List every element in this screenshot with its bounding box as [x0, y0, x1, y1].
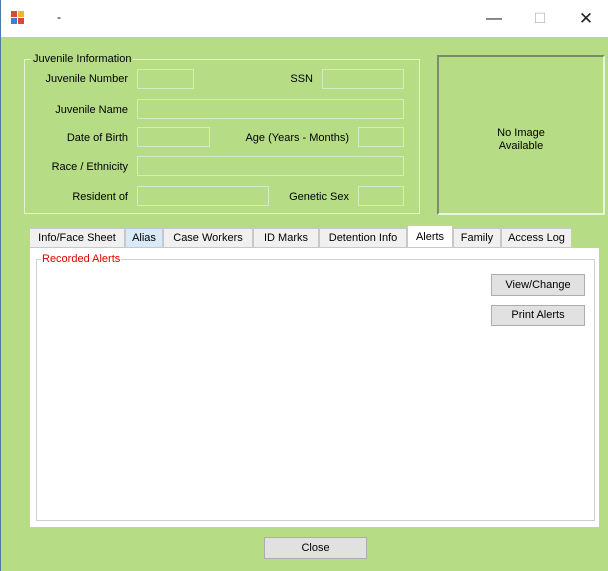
juvenile-name-label: Juvenile Name: [55, 104, 128, 116]
tab-alerts[interactable]: Alerts: [407, 225, 453, 247]
close-button[interactable]: Close: [264, 537, 367, 559]
juvenile-information-title: Juvenile Information: [31, 52, 134, 66]
maximize-button[interactable]: ☐: [517, 0, 563, 37]
minimize-button[interactable]: —: [471, 0, 517, 37]
resident-of-field[interactable]: [137, 186, 269, 206]
window-title: -: [57, 10, 61, 24]
view-change-button[interactable]: View/Change: [491, 274, 585, 296]
date-of-birth-label: Date of Birth: [66, 132, 128, 144]
tab-detention-info[interactable]: Detention Info: [319, 228, 407, 247]
juvenile-number-label: Juvenile Number: [45, 73, 128, 85]
genetic-sex-field[interactable]: [358, 186, 404, 206]
title-bar: - — ☐ ✕: [1, 0, 608, 37]
juvenile-photo: No Image Available: [437, 55, 605, 215]
tab-info-face-sheet[interactable]: Info/Face Sheet: [29, 228, 125, 247]
ssn-label: SSN: [290, 73, 313, 85]
tab-id-marks[interactable]: ID Marks: [253, 228, 319, 247]
age-field[interactable]: [358, 127, 404, 147]
app-icon: [11, 11, 25, 25]
genetic-sex-label: Genetic Sex: [289, 191, 349, 203]
tab-family[interactable]: Family: [453, 228, 501, 247]
date-of-birth-field[interactable]: [137, 127, 210, 147]
tab-case-workers[interactable]: Case Workers: [163, 228, 253, 247]
close-window-button[interactable]: ✕: [563, 0, 608, 37]
age-label: Age (Years - Months): [245, 132, 349, 144]
recorded-alerts-title: Recorded Alerts: [41, 252, 122, 266]
no-image-text: No Image Available: [439, 127, 603, 153]
no-image-line2: Available: [498, 140, 544, 152]
alerts-tab-panel: Recorded Alerts View/Change Print Alerts: [29, 247, 600, 528]
tab-alias[interactable]: Alias: [125, 228, 163, 247]
tab-access-log[interactable]: Access Log: [501, 228, 572, 247]
juvenile-name-field[interactable]: [137, 99, 404, 119]
no-image-line1: No Image: [497, 127, 545, 139]
juvenile-number-field[interactable]: [137, 69, 194, 89]
ssn-field[interactable]: [322, 69, 404, 89]
juvenile-window: - — ☐ ✕ Juvenile Information Juvenile Nu…: [0, 0, 608, 571]
resident-of-label: Resident of: [72, 191, 128, 203]
print-alerts-button[interactable]: Print Alerts: [491, 305, 585, 326]
race-ethnicity-field[interactable]: [137, 156, 404, 176]
recorded-alerts-group: Recorded Alerts View/Change Print Alerts: [36, 252, 595, 521]
race-ethnicity-label: Race / Ethnicity: [51, 161, 128, 173]
